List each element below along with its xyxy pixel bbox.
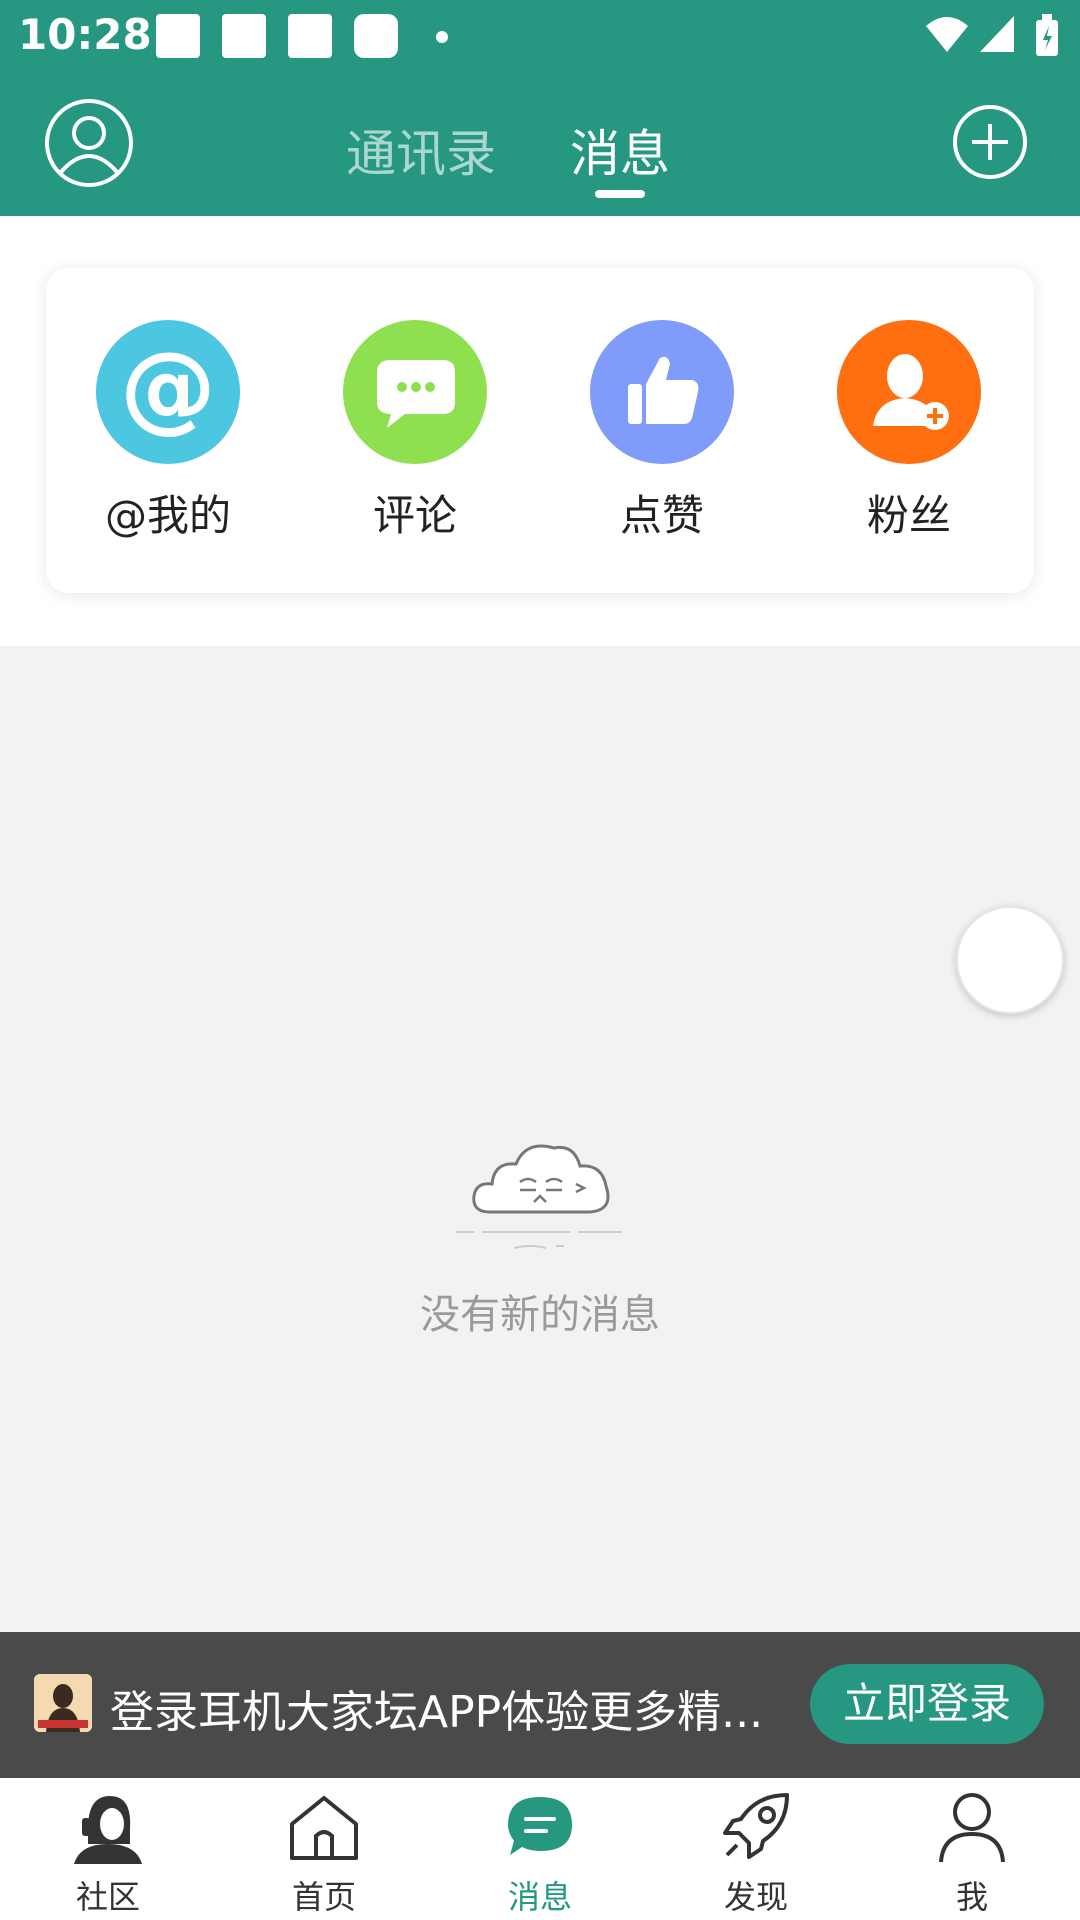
message-bubble-icon	[508, 1797, 572, 1855]
nav-label: 社区	[75, 1878, 140, 1916]
floating-button[interactable]	[956, 906, 1064, 1014]
at-icon: @	[96, 320, 240, 464]
login-banner: 登录耳机大家坛APP体验更多精... 立即登录	[0, 1632, 1080, 1778]
bottom-navigation: 社区 首页 消息 发现 我	[0, 1778, 1080, 1920]
notification-icon	[156, 14, 200, 58]
profile-avatar-icon[interactable]	[44, 98, 134, 188]
app-logo-icon	[34, 1674, 92, 1732]
quick-action-label: 点赞	[619, 491, 704, 540]
nav-label: 首页	[291, 1878, 356, 1916]
quick-action-likes[interactable]: 点赞	[562, 320, 762, 543]
home-icon	[290, 1796, 358, 1860]
nav-item-community[interactable]: 社区	[0, 1788, 216, 1918]
nav-item-discover[interactable]: 发现	[648, 1788, 864, 1918]
app-header: 通讯录 消息	[0, 76, 1080, 216]
nav-label: 消息	[507, 1878, 572, 1916]
comment-icon	[343, 320, 487, 464]
empty-state: 没有新的消息	[0, 1120, 1080, 1340]
login-now-button[interactable]: 立即登录	[810, 1664, 1044, 1744]
notification-icon	[354, 14, 398, 58]
quick-action-mentions[interactable]: @ @我的	[68, 320, 268, 543]
status-time: 10:28	[18, 10, 152, 59]
notification-icon	[288, 14, 332, 58]
tab-messages[interactable]: 消息	[570, 114, 670, 186]
sleepy-cloud-icon	[456, 1144, 622, 1249]
add-fan-icon	[837, 320, 981, 464]
nav-label: 我	[955, 1878, 988, 1916]
tab-contacts[interactable]: 通讯录	[346, 114, 496, 186]
notification-icon	[222, 14, 266, 58]
login-prompt-text: 登录耳机大家坛APP体验更多精...	[110, 1687, 764, 1738]
rocket-icon	[723, 1793, 789, 1859]
nav-item-me[interactable]: 我	[864, 1788, 1080, 1918]
add-icon[interactable]	[952, 104, 1028, 180]
quick-action-label: 粉丝	[866, 491, 951, 540]
active-tab-indicator	[595, 190, 645, 198]
nav-label: 发现	[723, 1878, 788, 1916]
quick-action-comments[interactable]: 评论	[315, 320, 515, 543]
nav-item-messages[interactable]: 消息	[432, 1788, 648, 1918]
nav-item-home[interactable]: 首页	[216, 1788, 432, 1918]
quick-action-label: 评论	[372, 491, 457, 540]
status-bar: 10:28	[0, 0, 1080, 76]
cell-signal-icon	[980, 16, 1014, 52]
empty-state-message: 没有新的消息	[420, 1292, 660, 1338]
community-avatar-icon	[74, 1796, 142, 1864]
wifi-icon	[926, 17, 968, 52]
person-icon	[939, 1793, 1005, 1863]
quick-action-label: @我的	[104, 491, 231, 540]
svg-text:@: @	[120, 331, 216, 443]
more-notifications-dot-icon	[436, 31, 448, 43]
thumbs-up-icon	[590, 320, 734, 464]
quick-action-fans[interactable]: 粉丝	[809, 320, 1009, 543]
battery-icon	[1036, 14, 1058, 56]
quick-actions-card: @ @我的 评论 点赞 粉丝	[46, 268, 1034, 593]
